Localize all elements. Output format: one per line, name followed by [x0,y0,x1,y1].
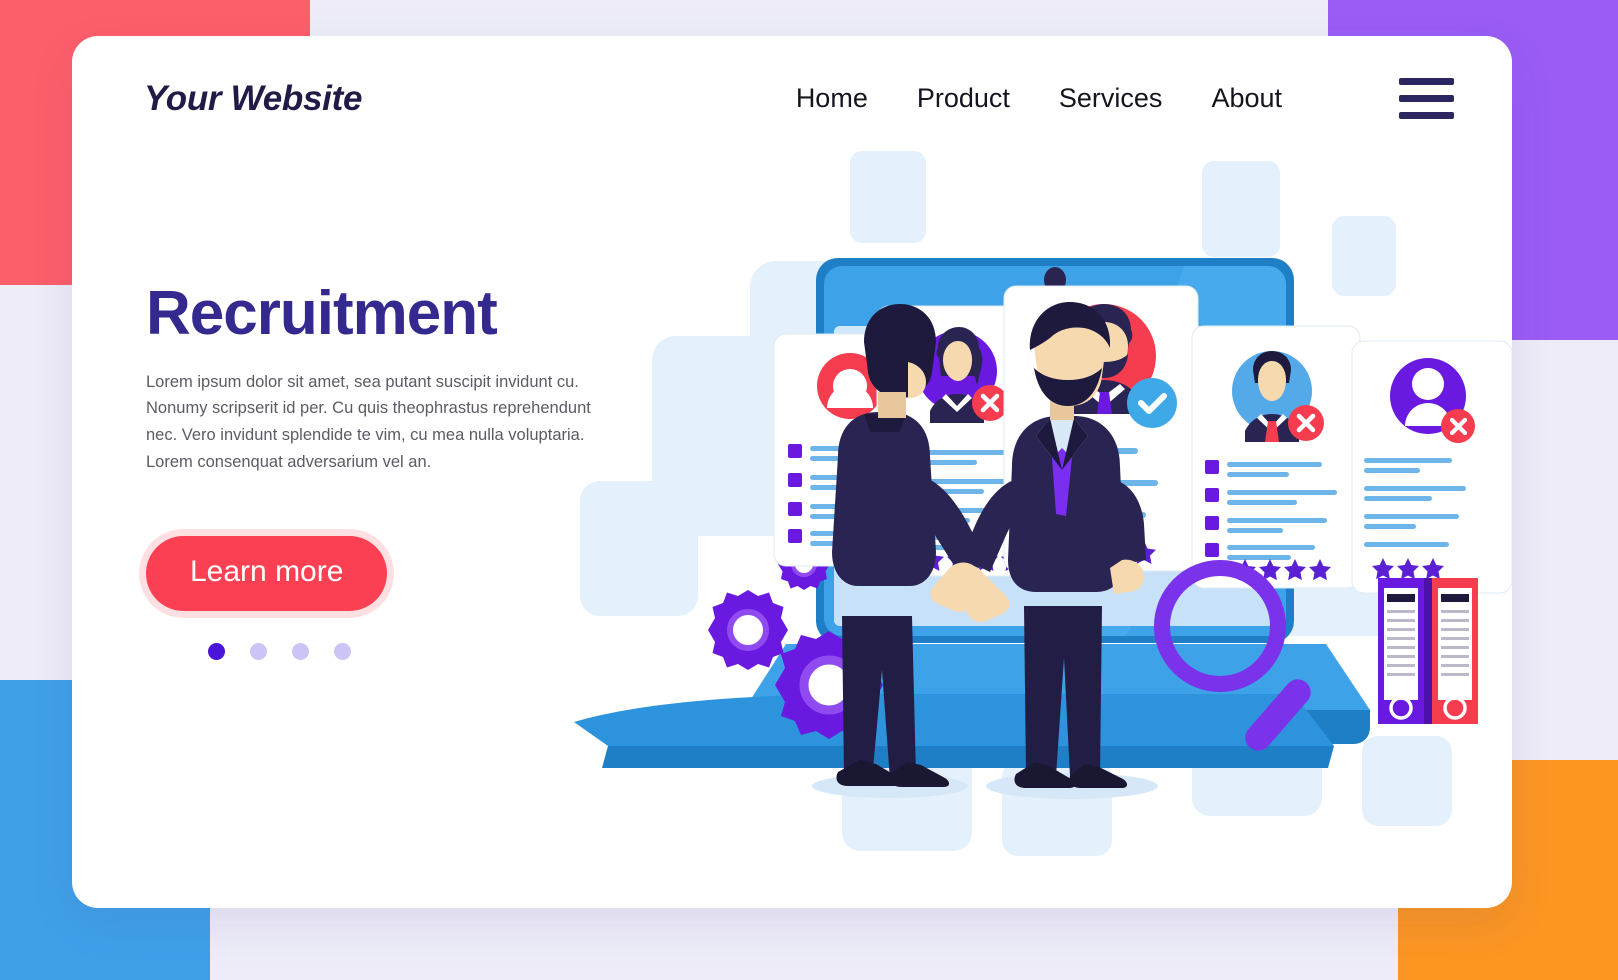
page-root: Your Website Home Product Services About [0,0,1618,980]
carousel-dots [208,642,666,660]
site-header: Your Website Home Product Services About [72,36,1512,161]
nav-item-home[interactable]: Home [796,83,868,114]
hero-paragraph: Lorem ipsum dolor sit amet, sea putant s… [146,372,591,471]
recruitment-handshake-illustration [572,96,1512,908]
hamburger-icon[interactable] [1399,78,1454,119]
nav-item-services[interactable]: Services [1059,83,1163,114]
landing-card: Your Website Home Product Services About [72,36,1512,908]
carousel-dot-3[interactable] [292,642,309,660]
carousel-dot-4[interactable] [334,642,351,660]
site-logo[interactable]: Your Website [144,79,362,119]
carousel-dot-2[interactable] [250,642,267,660]
hero-copy: Recruitment Lorem ipsum dolor sit amet, … [146,281,666,660]
nav-item-product[interactable]: Product [917,83,1010,114]
carousel-dot-1[interactable] [208,642,225,660]
learn-more-button[interactable]: Learn more [146,535,388,611]
hamburger-bar-3 [1399,112,1454,119]
hamburger-bar-1 [1399,78,1454,85]
main-nav: Home Product Services About [796,78,1454,119]
page-title: Recruitment [146,279,498,348]
hamburger-bar-2 [1399,95,1454,102]
nav-item-about[interactable]: About [1211,83,1282,114]
